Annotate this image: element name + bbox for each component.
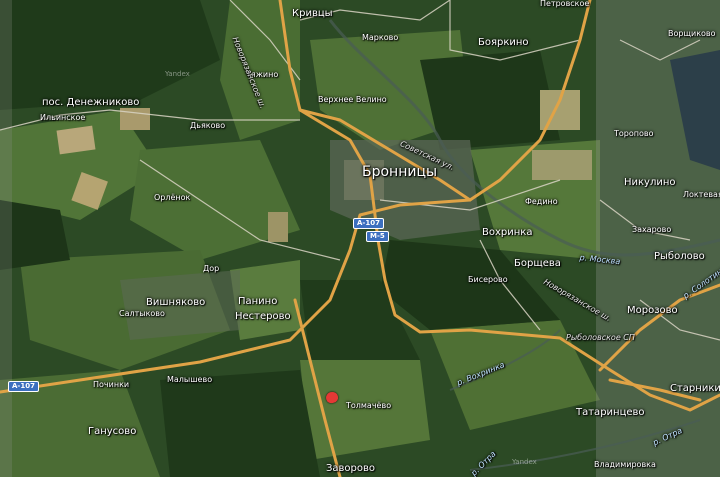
place-label[interactable]: Морозово (627, 306, 678, 316)
place-label[interactable]: Локтевая (683, 191, 720, 199)
bare-field (56, 125, 96, 155)
haze-overlay (0, 0, 12, 477)
satellite-map[interactable]: A-107 M-5 A-107 Yandex Yandex Кривцы Пет… (0, 0, 720, 477)
place-label[interactable]: Марково (362, 34, 398, 42)
place-label[interactable]: Рыболово (654, 252, 705, 262)
place-label[interactable]: Ворщиково (668, 30, 716, 38)
watermark: Yandex (512, 458, 537, 466)
place-label[interactable]: Татаринцево (576, 408, 645, 418)
place-label[interactable]: Захарово (632, 226, 671, 234)
place-label[interactable]: Старники (670, 384, 720, 394)
place-label[interactable]: Кривцы (292, 9, 333, 19)
place-label[interactable]: Нестерово (235, 312, 291, 322)
place-label[interactable]: Бисерово (468, 276, 508, 284)
place-label[interactable]: Ганусово (88, 427, 136, 437)
route-shield-a107-west: A-107 (8, 381, 39, 392)
place-label[interactable]: Вишняково (146, 298, 205, 308)
place-label[interactable]: Торопово (614, 130, 654, 138)
bare-field (532, 150, 592, 180)
place-label[interactable]: Бояркино (478, 38, 529, 48)
place-label[interactable]: Вохринка (482, 228, 532, 238)
place-label[interactable]: Толмачёво (346, 402, 391, 410)
place-label[interactable]: Борщева (514, 259, 561, 269)
place-label[interactable]: Малышево (167, 376, 212, 384)
bare-field (268, 212, 288, 242)
place-label[interactable]: Салтыково (119, 310, 165, 318)
place-label[interactable]: Дор (203, 265, 219, 273)
place-label[interactable]: Панино (238, 297, 277, 307)
place-label[interactable]: Бронницы (362, 165, 437, 179)
dense-forest (420, 50, 560, 150)
place-label[interactable]: Владимировка (594, 461, 656, 469)
place-label[interactable]: пос. Денежниково (42, 98, 139, 108)
route-shield-a107: A-107 (353, 218, 384, 229)
road-label: Рыболовское СП (566, 333, 635, 342)
place-label[interactable]: Федино (525, 198, 558, 206)
place-label[interactable]: Заворово (326, 464, 375, 474)
route-shield-m5: M-5 (366, 231, 389, 242)
place-label[interactable]: Петровское (540, 0, 589, 8)
watermark: Yandex (165, 70, 190, 78)
place-label[interactable]: Ильинское (40, 114, 85, 122)
place-label[interactable]: Дьяково (190, 122, 225, 130)
dense-forest (160, 370, 320, 477)
place-label[interactable]: Верхнее Велино (318, 96, 387, 104)
place-label[interactable]: Орлёнок (154, 194, 190, 202)
place-label[interactable]: Никулино (624, 178, 676, 188)
place-label[interactable]: Починки (93, 381, 129, 389)
